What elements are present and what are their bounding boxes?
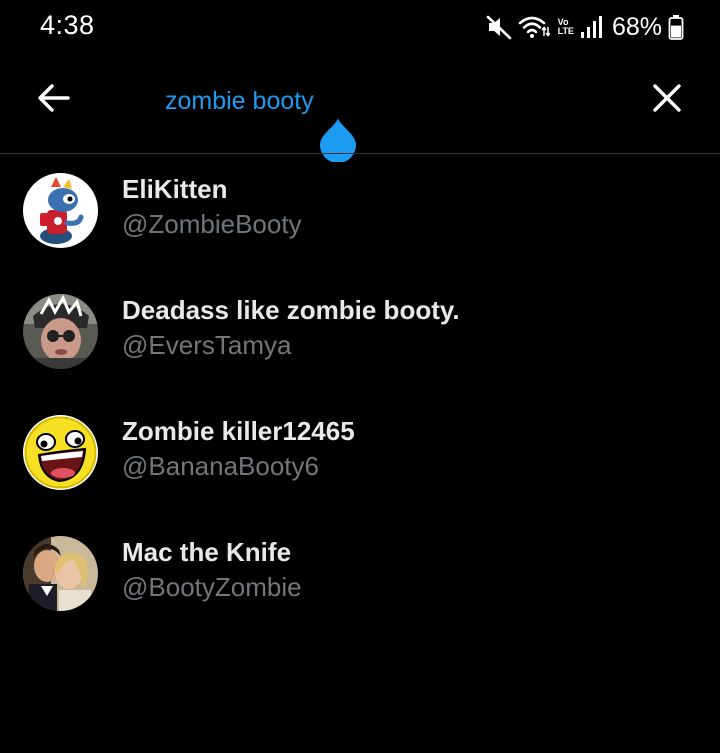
user-handle: @BootyZombie [122, 572, 302, 602]
search-results-list: EliKitten @ZombieBooty Deadass like zomb… [0, 154, 720, 638]
user-display-name: Deadass like zombie booty. [122, 295, 460, 325]
search-header [0, 56, 720, 163]
close-icon [652, 83, 682, 118]
battery-percent: 68% [611, 12, 662, 41]
avatar [23, 173, 98, 248]
battery-icon [668, 14, 684, 40]
search-input[interactable] [165, 81, 595, 121]
user-handle: @ZombieBooty [122, 209, 302, 239]
mute-icon [486, 14, 512, 40]
arrow-left-icon [36, 83, 70, 118]
user-result-item[interactable]: EliKitten @ZombieBooty [0, 154, 720, 275]
user-display-name: Zombie killer12465 [122, 416, 355, 446]
status-icons: Vo LTE 68% [486, 10, 684, 44]
user-handle: @EversTamya [122, 330, 292, 360]
avatar [23, 294, 98, 369]
volte-icon: Vo LTE [557, 17, 574, 36]
signal-icon [580, 15, 602, 39]
user-display-name: EliKitten [122, 174, 228, 204]
avatar [23, 536, 98, 611]
user-result-item[interactable]: Mac the Knife @BootyZombie [0, 517, 720, 638]
status-time: 4:38 [40, 10, 95, 40]
user-result-item[interactable]: Deadass like zombie booty. @EversTamya [0, 275, 720, 396]
user-result-item[interactable]: Zombie killer12465 @BananaBooty6 [0, 396, 720, 517]
back-button[interactable] [28, 78, 78, 122]
user-display-name: Mac the Knife [122, 537, 292, 567]
user-handle: @BananaBooty6 [122, 451, 319, 481]
clear-search-button[interactable] [644, 78, 690, 122]
status-bar: 4:38 Vo LTE 68% [0, 0, 720, 56]
wifi-icon [518, 14, 550, 40]
avatar [23, 415, 98, 490]
